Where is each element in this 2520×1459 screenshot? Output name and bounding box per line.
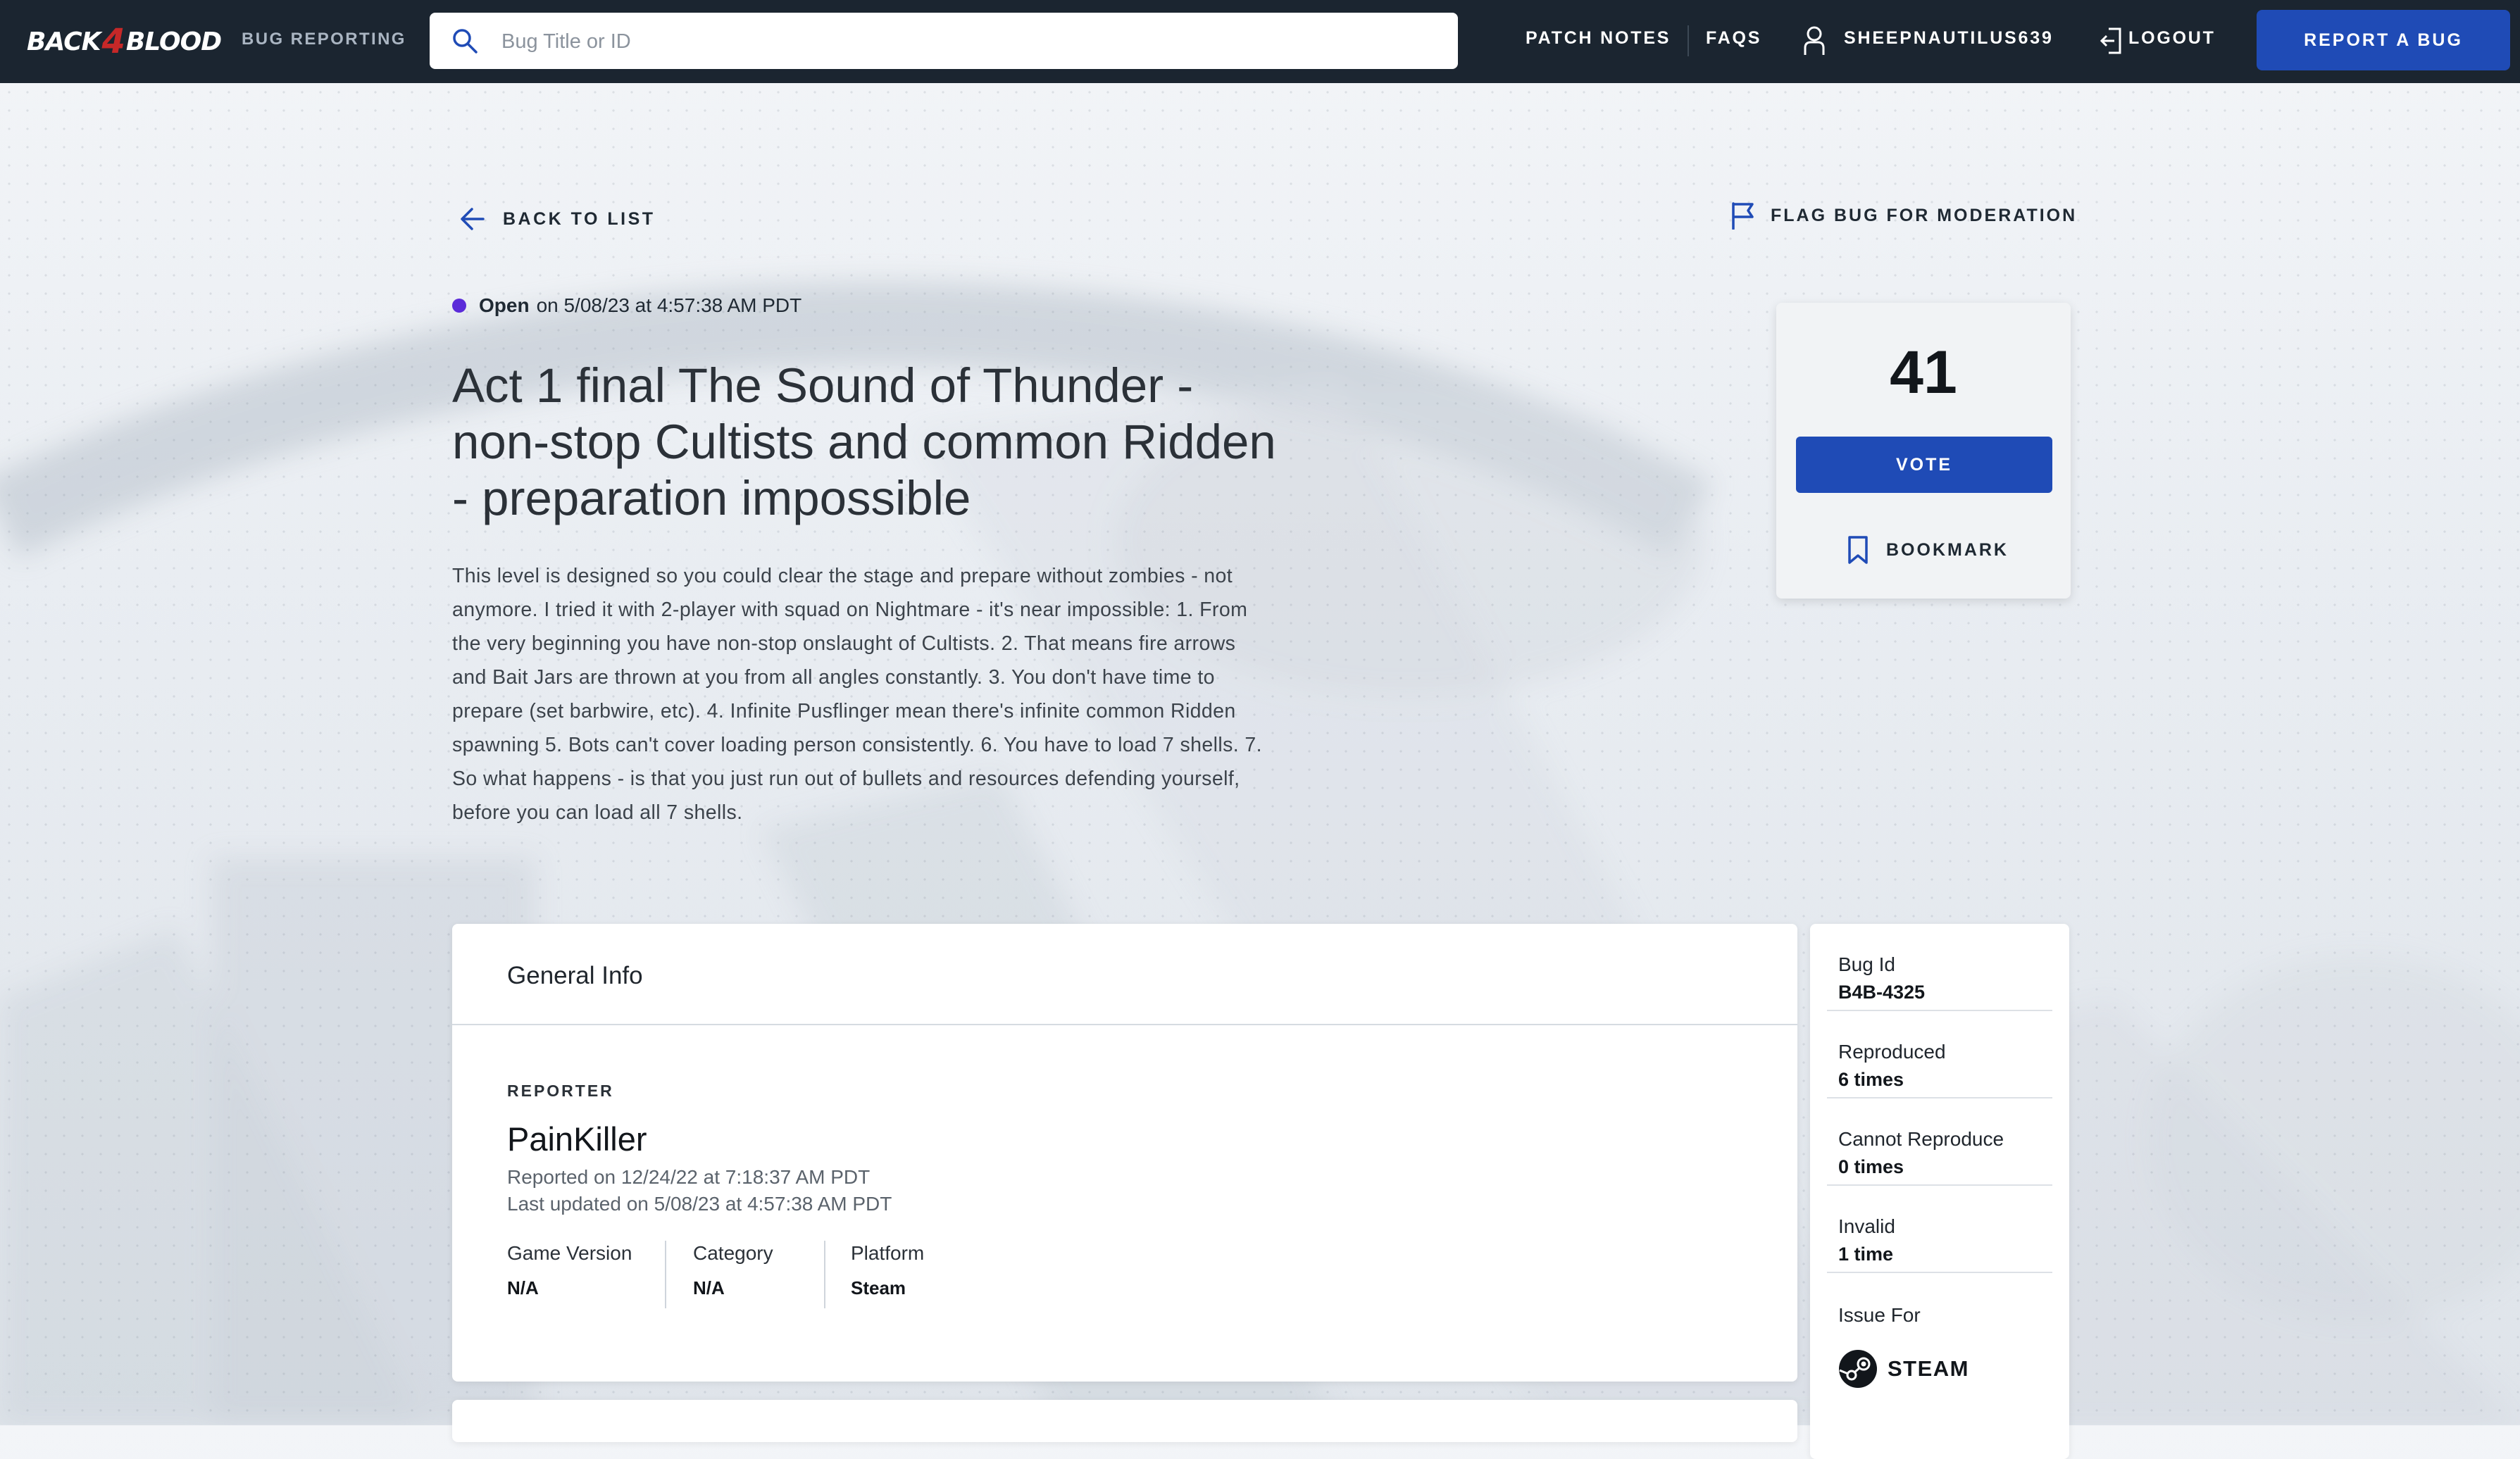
nav-divider <box>1688 25 1689 56</box>
logo-text-back: BACK <box>27 27 101 56</box>
steam-platform-logo: STEAM <box>1838 1349 1969 1389</box>
flag-icon <box>1732 202 1754 230</box>
logo-text-blood: BLOOD <box>125 27 222 56</box>
bug-details-sidebar: Bug Id B4B-4325 Reproduced 6 times Canno… <box>1810 924 2069 1459</box>
reproduced-field: Reproduced 6 times <box>1827 1011 2052 1098</box>
category-label: Category <box>693 1242 773 1264</box>
logout-icon[interactable] <box>2099 27 2123 55</box>
back-to-list-label: BACK TO LIST <box>503 208 656 229</box>
status-date: on 5/08/23 at 4:57:38 AM PDT <box>536 294 802 316</box>
cannot-reproduce-field: Cannot Reproduce 0 times <box>1827 1098 2052 1186</box>
general-info-header: General Info <box>452 924 1797 1025</box>
user-icon[interactable] <box>1803 25 1826 56</box>
steam-icon <box>1839 1350 1877 1388</box>
bookmark-button[interactable]: BOOKMARK <box>1847 535 2009 565</box>
game-version-value: N/A <box>507 1277 539 1298</box>
reported-on-date: Reported on 12/24/22 at 7:18:37 AM PDT <box>507 1166 871 1188</box>
faqs-link[interactable]: FAQS <box>1706 28 1761 49</box>
top-navigation-bar: BACK4BLOOD BUG REPORTING PATCH NOTES FAQ… <box>0 0 2520 83</box>
bookmark-label: BOOKMARK <box>1886 539 2009 560</box>
next-card-edge <box>452 1400 1797 1442</box>
invalid-label: Invalid <box>1838 1215 1895 1237</box>
flag-bug-label: FLAG BUG FOR MODERATION <box>1771 205 2078 225</box>
meta-divider <box>824 1241 825 1308</box>
platform-field: Platform Steam <box>851 1242 924 1299</box>
general-info-card: General Info REPORTER PainKiller Reporte… <box>452 924 1797 1382</box>
bug-id-field: Bug Id B4B-4325 <box>1827 924 2052 1011</box>
search-icon <box>453 29 478 54</box>
search-bar[interactable] <box>430 13 1458 70</box>
general-info-title: General Info <box>507 962 643 989</box>
game-version-label: Game Version <box>507 1242 632 1264</box>
invalid-value: 1 time <box>1838 1244 1894 1265</box>
reproduced-label: Reproduced <box>1838 1041 1946 1063</box>
cannot-reproduce-label: Cannot Reproduce <box>1838 1128 2004 1150</box>
platform-label: Platform <box>851 1242 925 1264</box>
invalid-field: Invalid 1 time <box>1827 1186 2052 1273</box>
report-bug-button[interactable]: REPORT A BUG <box>2257 10 2510 70</box>
username-link[interactable]: SHEEPNAUTILUS639 <box>1844 28 2054 49</box>
logo-text-four: 4 <box>101 22 125 61</box>
reporter-label: REPORTER <box>507 1082 614 1100</box>
category-value: N/A <box>693 1277 725 1298</box>
logout-link[interactable]: LOGOUT <box>2128 28 2216 49</box>
bug-description: This level is designed so you could clea… <box>452 565 1262 824</box>
steam-wordmark: STEAM <box>1888 1356 1969 1381</box>
reproduced-value: 6 times <box>1838 1069 1904 1090</box>
bug-id-label: Bug Id <box>1838 953 1895 975</box>
flag-bug-link[interactable]: FLAG BUG FOR MODERATION <box>1730 201 2077 230</box>
last-updated-date: Last updated on 5/08/23 at 4:57:38 AM PD… <box>507 1193 892 1215</box>
issue-for-label: Issue For <box>1838 1304 1921 1326</box>
reporter-name: PainKiller <box>507 1120 647 1158</box>
vote-button[interactable]: VOTE <box>1796 437 2052 493</box>
category-field: Category N/A <box>693 1242 773 1299</box>
bookmark-icon <box>1848 536 1868 564</box>
status-badge: Open <box>479 294 530 316</box>
bug-title: Act 1 final The Sound of Thunder - non-s… <box>452 358 1276 525</box>
back4blood-logo[interactable]: BACK 4 BLOOD <box>27 22 222 61</box>
vote-count: 41 <box>1890 339 1957 406</box>
bug-id-value: B4B-4325 <box>1838 982 1926 1003</box>
meta-divider <box>665 1241 666 1308</box>
patch-notes-link[interactable]: PATCH NOTES <box>1526 28 1671 49</box>
platform-value: Steam <box>851 1277 906 1298</box>
search-input[interactable] <box>500 13 1440 70</box>
bug-status-line: Open on 5/08/23 at 4:57:38 AM PDT <box>452 294 801 317</box>
arrow-left-icon <box>461 208 485 230</box>
status-dot <box>452 299 466 313</box>
cannot-reproduce-value: 0 times <box>1838 1156 1904 1177</box>
game-version-field: Game Version N/A <box>507 1242 632 1299</box>
section-title[interactable]: BUG REPORTING <box>242 30 406 49</box>
vote-card: 41 VOTE BOOKMARK <box>1776 303 2071 599</box>
back-to-list-link[interactable]: BACK TO LIST <box>459 206 656 232</box>
